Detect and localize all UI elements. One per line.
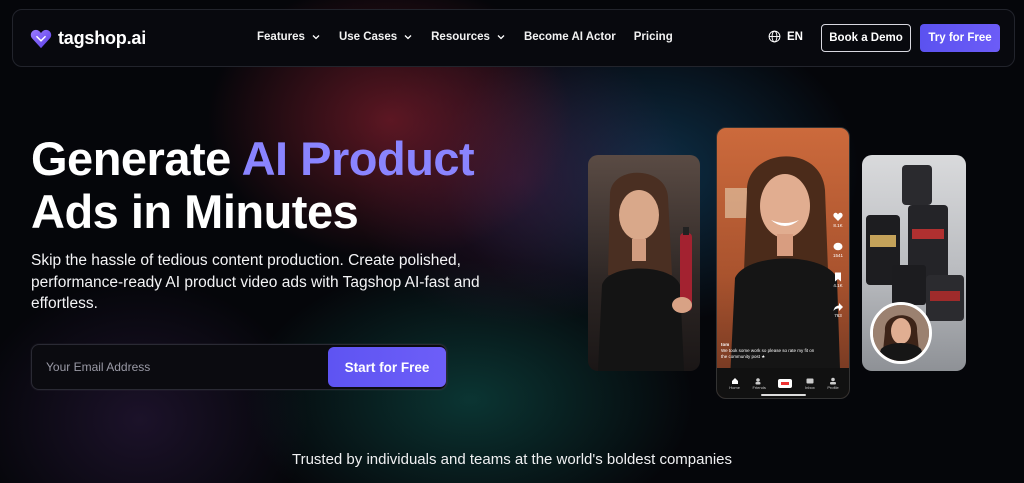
globe-icon bbox=[768, 30, 781, 43]
menu-use-cases-label: Use Cases bbox=[338, 31, 398, 43]
menu-use-cases[interactable]: Use Cases bbox=[339, 31, 413, 43]
try-free-button[interactable]: Try for Free bbox=[920, 24, 1000, 52]
chevron-down-icon bbox=[497, 35, 505, 40]
tab-home-label: Home bbox=[729, 385, 740, 390]
menu-become-ai-actor[interactable]: Become AI Actor bbox=[524, 31, 616, 43]
headline-accent: AI Product bbox=[241, 132, 475, 185]
menu-features-label: Features bbox=[257, 31, 305, 43]
hero-subtext: Skip the hassle of tedious content produ… bbox=[31, 252, 480, 312]
tab-friends-label: Friends bbox=[752, 385, 766, 390]
avatar-bubble bbox=[870, 302, 932, 364]
comment-icon bbox=[833, 242, 843, 251]
tab-inbox-label: Inbox bbox=[804, 385, 815, 390]
woman-with-bottle-image bbox=[598, 172, 692, 371]
menu-resources-label: Resources bbox=[431, 31, 490, 43]
email-signup-form: Start for Free bbox=[31, 344, 447, 390]
tab-create[interactable] bbox=[778, 379, 793, 388]
menu-pricing[interactable]: Pricing bbox=[634, 31, 673, 43]
heart-logo-icon bbox=[30, 29, 52, 48]
plus-icon bbox=[778, 379, 793, 388]
tab-profile[interactable]: Profile bbox=[827, 377, 839, 390]
brand-name: tagshop.ai bbox=[58, 28, 147, 48]
like-count: 8.1K bbox=[833, 223, 843, 228]
save-count: 4.1K bbox=[833, 283, 843, 288]
headline-part1: Generate bbox=[31, 132, 242, 185]
menu-resources[interactable]: Resources bbox=[431, 31, 506, 43]
share-action[interactable]: 763 bbox=[833, 302, 843, 318]
share-count: 763 bbox=[834, 313, 842, 318]
menu-become-ai-actor-label: Become AI Actor bbox=[523, 31, 616, 43]
main-menu: Features Use Cases Resources Become AI A… bbox=[257, 31, 691, 43]
comment-count: 1541 bbox=[833, 253, 844, 258]
top-navbar: tagshop.ai Features Use Cases Resources … bbox=[12, 9, 1015, 67]
share-icon bbox=[833, 303, 843, 311]
woman-portrait-image bbox=[873, 305, 929, 361]
home-icon bbox=[731, 378, 738, 384]
language-label: EN bbox=[787, 30, 803, 43]
email-input[interactable] bbox=[32, 345, 327, 389]
save-action[interactable]: 4.1K bbox=[833, 272, 843, 288]
video-card-product-holding bbox=[588, 155, 700, 371]
profile-icon bbox=[830, 377, 837, 385]
friends-icon bbox=[755, 378, 761, 385]
menu-pricing-label: Pricing bbox=[633, 31, 673, 43]
home-indicator bbox=[761, 394, 806, 396]
chevron-down-icon bbox=[312, 35, 320, 40]
video-caption-block: tom We took some work so please so rate … bbox=[721, 342, 821, 360]
tab-profile-label: Profile bbox=[827, 385, 839, 390]
comment-action[interactable]: 1541 bbox=[833, 242, 843, 258]
book-demo-button[interactable]: Book a Demo bbox=[821, 24, 911, 52]
inbox-icon bbox=[806, 378, 814, 384]
language-selector[interactable]: EN bbox=[768, 30, 803, 43]
tab-inbox[interactable]: Inbox bbox=[805, 377, 815, 390]
heart-icon bbox=[833, 212, 843, 221]
headline-part2: Ads in Minutes bbox=[31, 185, 359, 238]
video-card-main-tiktok: 8.1K 1541 4.1K 763 tom We took some work… bbox=[716, 127, 850, 399]
video-caption: We took some work so please so rate my f… bbox=[721, 348, 815, 359]
trusted-by-text: Trusted by individuals and teams at the … bbox=[291, 451, 733, 468]
menu-features[interactable]: Features bbox=[257, 31, 321, 43]
tab-friends[interactable]: Friends bbox=[753, 377, 766, 390]
start-free-button[interactable]: Start for Free bbox=[328, 347, 446, 387]
tab-home[interactable]: Home bbox=[729, 377, 740, 390]
hero-headline: Generate AI Product Ads in Minutes bbox=[31, 132, 475, 238]
video-side-actions: 8.1K 1541 4.1K 763 bbox=[833, 212, 843, 318]
like-action[interactable]: 8.1K bbox=[833, 212, 843, 228]
bookmark-icon bbox=[835, 272, 841, 282]
brand-logo[interactable]: tagshop.ai bbox=[30, 28, 146, 49]
chevron-down-icon bbox=[404, 35, 412, 40]
